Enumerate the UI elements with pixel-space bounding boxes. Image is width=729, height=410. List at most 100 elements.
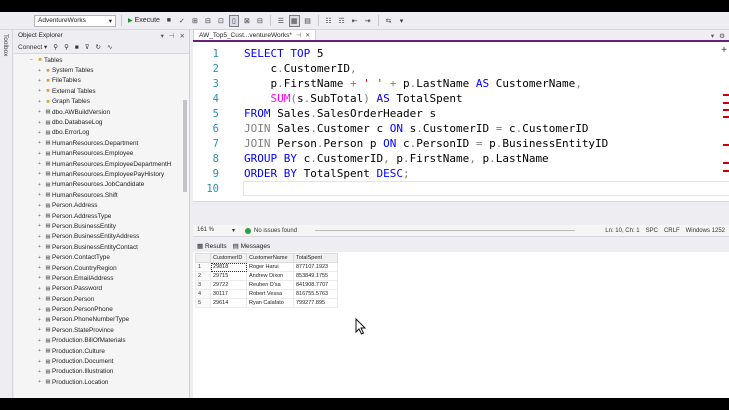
tree-item[interactable]: − ■ Tables	[14, 55, 189, 65]
close-icon[interactable]: ✕	[180, 32, 185, 40]
grid-cell[interactable]: Reuben D'sa	[246, 280, 294, 290]
tree-item[interactable]: + ▦ Production.Location	[14, 377, 189, 387]
tree-item[interactable]: + ▦ Person.PersonPhone	[14, 304, 189, 314]
tree-item[interactable]: + ▦ Person.BusinessEntityAddress	[14, 232, 189, 242]
tree-item[interactable]: + ▦ Person.Password	[14, 284, 189, 294]
grid-cell[interactable]: 853849.1755	[293, 271, 338, 281]
connect-button[interactable]: Connect ▾	[18, 43, 47, 51]
code-line[interactable]: 9 ORDER BY TotalSpent DESC;	[193, 166, 729, 181]
tree-scrollbar-thumb[interactable]	[183, 100, 187, 192]
tree-item[interactable]: + ▦ Production.BillOfMaterials	[14, 336, 189, 346]
tree-item[interactable]: + ▦ Person.Person	[14, 294, 189, 304]
issues-indicator[interactable]: No issues found	[245, 227, 297, 234]
row-number[interactable]: 3	[195, 280, 211, 290]
grid-cell[interactable]: 30117	[210, 289, 247, 299]
activity-monitor-icon[interactable]: ∿	[107, 43, 112, 51]
window-position-icon[interactable]: ▾	[161, 32, 164, 40]
tree-item[interactable]: + ▦ HumanResources.Employee	[14, 149, 189, 159]
horizontal-scrollbar[interactable]	[315, 230, 576, 231]
tab-list-icon[interactable]: ▾	[711, 32, 714, 40]
tree-item[interactable]: + ▦ Person.AddressType	[14, 211, 189, 221]
tree-item[interactable]: + ▦ Person.BusinessEntityContact	[14, 242, 189, 252]
stop-icon[interactable]: ■	[75, 44, 79, 51]
disconnect-icon[interactable]: ⚲	[64, 43, 69, 51]
tree-item[interactable]: + ■ Graph Tables	[14, 97, 189, 107]
grid-cell[interactable]: Robert Vessa	[246, 289, 294, 299]
indent-mode[interactable]: SPC	[646, 228, 658, 234]
increase-indent-icon[interactable]: ⇥	[363, 15, 373, 27]
table-row[interactable]: 2 29715 Andrew Dixon 853849.1755	[195, 271, 338, 281]
grid-cell[interactable]: 29722	[210, 280, 247, 290]
grid-cell[interactable]: 799277.895	[293, 298, 338, 308]
column-header[interactable]: CustomerID	[210, 253, 247, 263]
tree-item[interactable]: + ▦ HumanResources.JobCandidate	[14, 180, 189, 190]
table-row[interactable]: 5 29614 Ryan Calafato 799277.895	[195, 298, 338, 308]
tree-item[interactable]: + ▦ Person.BusinessEntity	[14, 221, 189, 231]
row-number[interactable]: 5	[195, 298, 211, 308]
tab-messages[interactable]: ▤ Messages	[233, 242, 271, 250]
tree-item[interactable]: + ▦ dbo.DatabaseLog	[14, 117, 189, 127]
database-selector[interactable]: AdventureWorks ▾	[34, 14, 116, 27]
tab-results[interactable]: ▦ Results	[197, 242, 227, 250]
grid-cell[interactable]: 29818	[210, 262, 247, 272]
row-number[interactable]: 2	[195, 271, 211, 281]
live-stats-icon[interactable]: ⊠	[242, 15, 252, 27]
tree-item[interactable]: + ▦ dbo.AWBuildVersion	[14, 107, 189, 117]
table-row[interactable]: 4 30117 Robert Vessa 816755.5763	[195, 289, 338, 299]
grid-cell[interactable]: 877107.1923	[293, 262, 338, 272]
tree-item[interactable]: + ▦ HumanResources.Department	[14, 138, 189, 148]
refresh-icon[interactable]: ↻	[96, 43, 101, 51]
grid-cell[interactable]: 29614	[210, 298, 247, 308]
file-encoding[interactable]: Windows 1252	[686, 228, 725, 234]
parse-check-icon[interactable]: ✓	[177, 15, 187, 27]
tree-item[interactable]: + ▦ Person.ContactType	[14, 252, 189, 262]
estimated-plan-icon[interactable]: ⊞	[190, 15, 200, 27]
settings-icon[interactable]: ⚙	[719, 32, 725, 40]
toolbox-strip[interactable]: Toolbox	[0, 30, 13, 398]
results-grid[interactable]: CustomerID CustomerName TotalSpent 1 29818 Ro…	[195, 253, 338, 308]
code-line[interactable]: 4 SUM(s.SubTotal) AS TotalSpent	[193, 91, 729, 106]
code-line[interactable]: 10	[193, 181, 729, 196]
tree-item[interactable]: + ▦ Production.Document	[14, 356, 189, 366]
tree-item[interactable]: + ▦ HumanResources.EmployeePayHistory	[14, 169, 189, 179]
tree-item[interactable]: + ▦ Person.StateProvince	[14, 325, 189, 335]
code-line[interactable]: 6 JOIN Sales.Customer c ON s.CustomerID =…	[193, 121, 729, 136]
tree-item[interactable]: + ▦ dbo.ErrorLog	[14, 128, 189, 138]
results-to-grid-icon[interactable]: ▦	[288, 14, 300, 27]
toolbar-overflow-icon[interactable]: ▾	[397, 15, 407, 27]
query-options-icon[interactable]: ⊟	[203, 15, 213, 27]
code-line[interactable]: 5 FROM Sales.SalesOrderHeader s	[193, 106, 729, 121]
table-row[interactable]: 1 29818 Roger Harui 877107.1923	[195, 262, 338, 272]
grid-cell[interactable]: Ryan Calafato	[246, 298, 294, 308]
uncomment-icon[interactable]: ☶	[337, 15, 347, 27]
tree-item[interactable]: + ■ External Tables	[14, 86, 189, 96]
tree-item[interactable]: + ▦ Person.EmailAddress	[14, 273, 189, 283]
grid-cell[interactable]: Roger Harui	[246, 262, 294, 272]
tree-item[interactable]: + ▦ Person.CountryRegion	[14, 263, 189, 273]
execute-button[interactable]: ▶ Execute	[127, 15, 161, 27]
grid-corner[interactable]	[195, 253, 211, 263]
row-number[interactable]: 4	[195, 289, 211, 299]
grid-cell[interactable]: Andrew Dixon	[246, 271, 294, 281]
sql-code-editor[interactable]: + 1 SELECT TOP 52 c.CustomerID, 3 p.FirstN…	[193, 42, 729, 202]
tree-item[interactable]: + ▦ Person.PhoneNumberType	[14, 315, 189, 325]
query-document-tab[interactable]: AW_Top5_Cust...ventureWorks* ⊣ ✕	[193, 29, 317, 40]
code-line[interactable]: 7 JOIN Person.Person p ON c.PersonID = p.…	[193, 136, 729, 151]
code-line[interactable]: 2 c.CustomerID,	[193, 61, 729, 76]
client-stats-icon[interactable]: ⊟	[255, 15, 265, 27]
code-line[interactable]: 1 SELECT TOP 5	[193, 46, 729, 61]
intellisense-icon[interactable]: ⊡	[216, 15, 226, 27]
column-header[interactable]: TotalSpent	[293, 253, 338, 263]
grid-cell[interactable]: 841908.7707	[293, 280, 338, 290]
decrease-indent-icon[interactable]: ⇤	[350, 15, 360, 27]
tree-item[interactable]: + ■ System Tables	[14, 65, 189, 75]
results-to-file-icon[interactable]: ▤	[303, 15, 313, 27]
row-number[interactable]: 1	[195, 262, 211, 272]
grid-cell[interactable]: 816755.5763	[293, 289, 338, 299]
tree-item[interactable]: + ▦ Production.Culture	[14, 346, 189, 356]
line-ending[interactable]: CRLF	[664, 228, 680, 234]
code-line[interactable]: 3 p.FirstName + ' ' + p.LastName AS Cust…	[193, 76, 729, 91]
comment-out-icon[interactable]: ☷	[324, 15, 334, 27]
results-to-text-icon[interactable]: ☰	[276, 15, 286, 27]
tree-item[interactable]: + ▦ HumanResources.EmployeeDepartmentH	[14, 159, 189, 169]
